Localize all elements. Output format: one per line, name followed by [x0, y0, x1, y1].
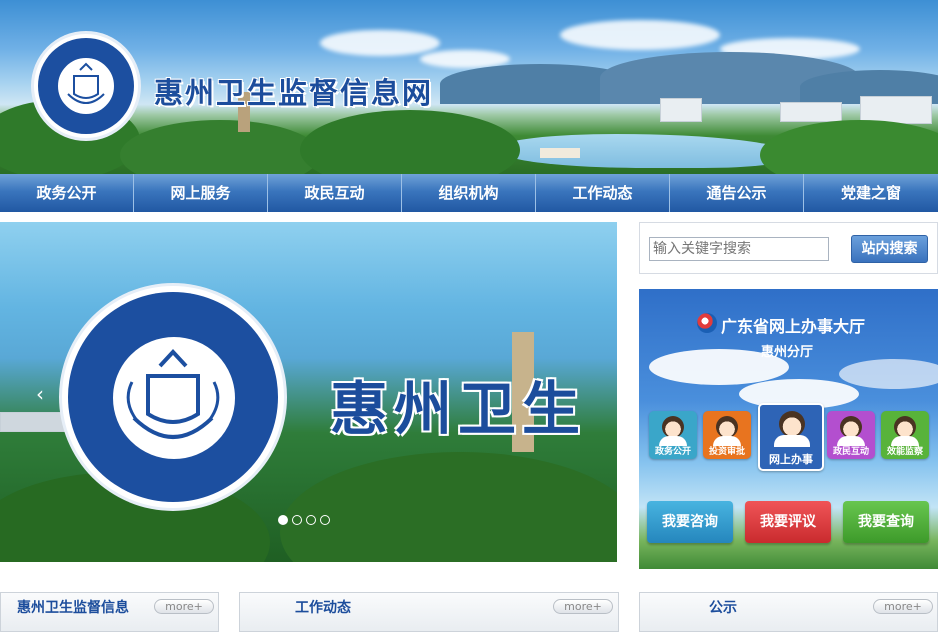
search-input[interactable]: [649, 237, 829, 261]
building: [660, 98, 702, 122]
site-title: 惠州卫生监督信息网: [154, 76, 434, 110]
nav-item-notices[interactable]: 通告公示: [670, 174, 804, 212]
main-nav: 政务公开 网上服务 政民互动 组织机构 工作动态 通告公示 党建之窗: [0, 174, 938, 212]
panel-title: 公示: [709, 600, 737, 616]
cloud: [839, 359, 938, 389]
nav-item-zhengwu[interactable]: 政务公开: [0, 174, 134, 212]
evaluate-button[interactable]: 我要评议: [745, 501, 831, 543]
nav-item-party[interactable]: 党建之窗: [804, 174, 938, 212]
cloud: [560, 20, 720, 50]
hall-title: 广东省网上办事大厅: [721, 317, 866, 336]
slider-dot[interactable]: [292, 515, 302, 525]
slider-emblem: [62, 286, 284, 508]
cloud: [320, 30, 440, 56]
slider-dots: [278, 515, 330, 525]
slider-emblem-shield-icon: [126, 349, 220, 439]
hall-subtitle: 惠州分厅: [761, 345, 814, 360]
trees: [760, 120, 938, 174]
more-button[interactable]: more+: [154, 599, 214, 614]
nav-item-interaction[interactable]: 政民互动: [268, 174, 402, 212]
building: [780, 102, 842, 122]
consult-button[interactable]: 我要咨询: [647, 501, 733, 543]
hall-icon-online-service[interactable]: 网上办事: [758, 403, 824, 471]
header-banner: 惠州卫生监督信息网: [0, 0, 938, 174]
guangdong-logo-icon: [697, 313, 717, 333]
slider-dot[interactable]: [278, 515, 288, 525]
slider-title: 惠州卫生: [330, 375, 587, 443]
more-button[interactable]: more+: [553, 599, 613, 614]
trees: [300, 110, 520, 174]
panel-supervision-info: 惠州卫生监督信息 more+: [0, 592, 219, 632]
hall-icon-interaction[interactable]: 政民互动: [827, 411, 875, 459]
panel-work-news: 工作动态 more+: [239, 592, 619, 632]
nav-item-online-service[interactable]: 网上服务: [134, 174, 268, 212]
chevron-left-icon[interactable]: ‹: [36, 382, 44, 406]
emblem-logo[interactable]: [34, 34, 138, 138]
image-slider[interactable]: 惠州卫生 ‹: [0, 222, 617, 562]
search-box: 站内搜索: [639, 222, 938, 274]
nav-item-organization[interactable]: 组织机构: [402, 174, 536, 212]
panel-notices: 公示 more+: [639, 592, 938, 632]
hall-icon-gov-open[interactable]: 政务公开: [649, 411, 697, 459]
panel-title: 惠州卫生监督信息: [17, 600, 129, 616]
panel-title: 工作动态: [295, 600, 351, 616]
trees: [120, 120, 320, 174]
pavilion: [540, 148, 580, 158]
slider-dot[interactable]: [306, 515, 316, 525]
service-hall-banner[interactable]: 广东省网上办事大厅 惠州分厅 政务公开 投资审批 网上办事 政民互动 效能监察 …: [639, 289, 938, 569]
trees: [280, 452, 617, 562]
more-button[interactable]: more+: [873, 599, 933, 614]
search-button[interactable]: 站内搜索: [851, 235, 928, 263]
emblem-shield-icon: [67, 62, 105, 104]
slider-dot[interactable]: [320, 515, 330, 525]
nav-item-work-news[interactable]: 工作动态: [536, 174, 670, 212]
hall-icon-investment[interactable]: 投资审批: [703, 411, 751, 459]
hall-icon-supervision[interactable]: 效能监察: [881, 411, 929, 459]
query-button[interactable]: 我要查询: [843, 501, 929, 543]
